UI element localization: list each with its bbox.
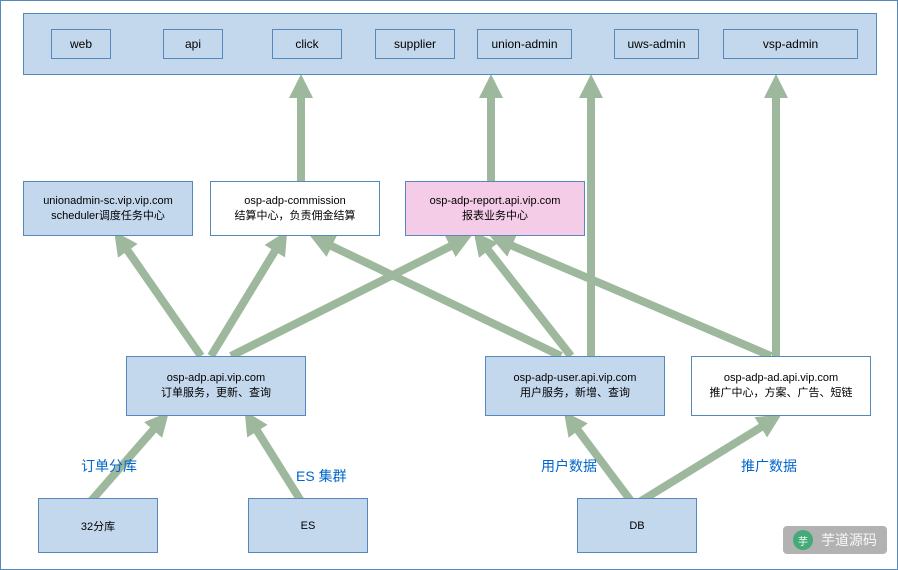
ad-service-box: osp-adp-ad.api.vip.com 推广中心，方案、广告、短链 xyxy=(691,356,871,416)
order-service-box: osp-adp.api.vip.com 订单服务，更新、查询 xyxy=(126,356,306,416)
report-line2: 报表业务中心 xyxy=(462,207,528,223)
es-label: ES xyxy=(301,520,316,532)
shard-db-box: 32分库 xyxy=(38,498,158,553)
wechat-icon: 芋 xyxy=(793,530,813,550)
ad-line2: 推广中心，方案、广告、短链 xyxy=(710,384,853,400)
shard-text-label: 订单分库 xyxy=(81,456,137,476)
top-vsp-admin: vsp-admin xyxy=(723,29,858,59)
scheduler-line2: scheduler调度任务中心 xyxy=(51,207,165,223)
user-data-label: 用户数据 xyxy=(541,456,597,476)
top-union-admin: union-admin xyxy=(477,29,572,59)
arrows-layer xyxy=(1,1,897,569)
db-label: DB xyxy=(629,520,644,532)
commission-line1: osp-adp-commission xyxy=(244,195,345,207)
watermark: 芋 芋道源码 xyxy=(783,526,887,554)
order-line2: 订单服务，更新、查询 xyxy=(161,384,271,400)
db-box: DB xyxy=(577,498,697,553)
order-line1: osp-adp.api.vip.com xyxy=(167,372,265,384)
report-box: osp-adp-report.api.vip.com 报表业务中心 xyxy=(405,181,585,236)
promo-data-label: 推广数据 xyxy=(741,456,797,476)
ad-line1: osp-adp-ad.api.vip.com xyxy=(724,372,838,384)
user-service-box: osp-adp-user.api.vip.com 用户服务，新增、查询 xyxy=(485,356,665,416)
es-box: ES xyxy=(248,498,368,553)
diagram-container: web api click supplier union-admin uws-a… xyxy=(0,0,898,570)
top-supplier: supplier xyxy=(375,29,455,59)
user-line2: 用户服务，新增、查询 xyxy=(520,384,630,400)
top-click: click xyxy=(272,29,342,59)
scheduler-box: unionadmin-sc.vip.vip.com scheduler调度任务中… xyxy=(23,181,193,236)
watermark-text: 芋道源码 xyxy=(821,530,877,550)
top-web: web xyxy=(51,29,111,59)
es-text-label: ES 集群 xyxy=(296,466,347,486)
top-uws-admin: uws-admin xyxy=(614,29,699,59)
user-line1: osp-adp-user.api.vip.com xyxy=(514,372,637,384)
shard-db-label: 32分库 xyxy=(81,518,115,534)
top-api: api xyxy=(163,29,223,59)
scheduler-line1: unionadmin-sc.vip.vip.com xyxy=(43,195,173,207)
commission-box: osp-adp-commission 结算中心，负责佣金结算 xyxy=(210,181,380,236)
commission-line2: 结算中心，负责佣金结算 xyxy=(235,207,356,223)
report-line1: osp-adp-report.api.vip.com xyxy=(430,195,561,207)
